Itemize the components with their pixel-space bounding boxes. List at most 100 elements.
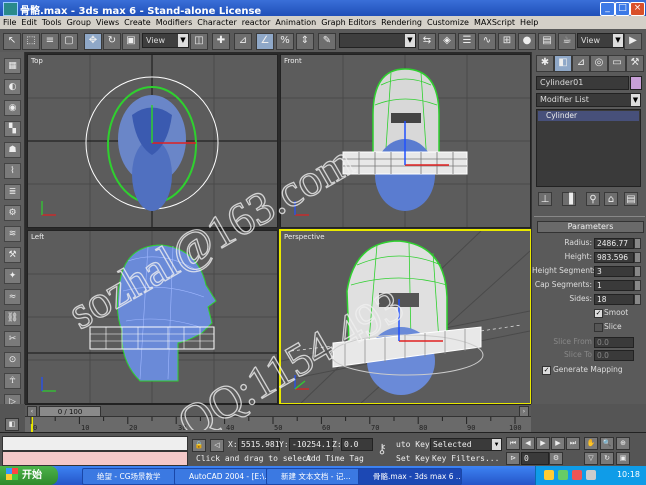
arc-rotate-icon[interactable]: ↻: [600, 452, 614, 465]
constraint-icon[interactable]: ⛓: [4, 310, 21, 326]
close-button[interactable]: ×: [630, 2, 645, 16]
height-spinner[interactable]: [634, 252, 641, 263]
reference-coordinate-dropdown[interactable]: View ▼: [142, 33, 189, 48]
set-key-button[interactable]: Set Key: [396, 454, 430, 463]
quick-render-icon[interactable]: ☕: [558, 33, 576, 50]
menu-modifiers[interactable]: Modifiers: [153, 16, 195, 28]
menu-tools[interactable]: Tools: [39, 16, 64, 28]
current-frame-field[interactable]: 0: [521, 452, 549, 465]
task-cg-tutorial[interactable]: 绝望 - CG场景教学: [82, 468, 186, 485]
cap-segments-spinner[interactable]: [634, 280, 641, 291]
start-button[interactable]: 开始: [0, 466, 58, 485]
utilities-tab-icon[interactable]: ⚒: [626, 55, 644, 72]
slice-from-input[interactable]: 0.0: [594, 337, 634, 348]
dashpot-icon[interactable]: ≣: [4, 184, 21, 200]
viewport-top[interactable]: Top: [27, 54, 278, 228]
spinner-snap-icon[interactable]: ⇕: [296, 33, 314, 50]
schematic-view-icon[interactable]: ⊞: [498, 33, 516, 50]
go-to-end-icon[interactable]: ⏭: [566, 437, 580, 450]
mini-curve-editor-icon[interactable]: ◧: [5, 418, 19, 431]
add-time-tag-button[interactable]: Add Time Tag: [306, 454, 364, 463]
motor-icon[interactable]: ⚙: [4, 205, 21, 221]
pivot-icon[interactable]: ◫: [190, 33, 208, 50]
minimize-button[interactable]: _: [600, 2, 615, 16]
cap-segments-input[interactable]: 1: [594, 280, 634, 291]
hierarchy-tab-icon[interactable]: ⊿: [572, 55, 590, 72]
cloth-icon[interactable]: ◐: [4, 79, 21, 95]
volume-icon[interactable]: [586, 470, 596, 480]
pin-stack-icon[interactable]: ⊥: [538, 192, 552, 206]
menu-create[interactable]: Create: [121, 16, 153, 28]
show-end-result-icon[interactable]: ▐: [562, 192, 576, 206]
height-input[interactable]: 983.596: [594, 252, 634, 263]
rope-icon[interactable]: ◉: [4, 100, 21, 116]
plane-icon[interactable]: ☗: [4, 142, 21, 158]
z-coordinate-field[interactable]: 0.0: [341, 438, 373, 451]
curve-editor-icon[interactable]: ∿: [478, 33, 496, 50]
menu-help[interactable]: Help: [517, 16, 540, 28]
select-manipulate-icon[interactable]: ✚: [212, 33, 230, 50]
motion-tab-icon[interactable]: ◎: [590, 55, 608, 72]
rotate-icon[interactable]: ↻: [103, 33, 121, 50]
soft-body-icon[interactable]: ▚: [4, 121, 21, 137]
modify-tab-icon[interactable]: ◧: [554, 55, 572, 72]
stack-item-cylinder[interactable]: Cylinder: [538, 111, 639, 121]
viewport-front[interactable]: Front: [280, 54, 531, 228]
radius-input[interactable]: 2486.77: [594, 238, 634, 249]
pan-icon[interactable]: ✋: [584, 437, 598, 450]
rigid-body-icon[interactable]: ▦: [4, 58, 21, 74]
move-icon[interactable]: ✥: [84, 33, 102, 50]
maxscript-listener-pink[interactable]: [2, 451, 188, 466]
maximize-button[interactable]: □: [615, 2, 630, 16]
tray-icon[interactable]: [544, 470, 554, 480]
menu-maxscript[interactable]: MAXScript: [471, 16, 517, 28]
key-icon[interactable]: ⚷: [372, 439, 392, 461]
viewport-perspective[interactable]: Perspective: [279, 229, 532, 405]
viewport-left-label[interactable]: Left: [31, 233, 44, 241]
menu-rendering[interactable]: Rendering: [378, 16, 424, 28]
menu-views[interactable]: Views: [93, 16, 121, 28]
menu-animation[interactable]: Animation: [272, 16, 318, 28]
region-type-icon[interactable]: ▢: [60, 33, 78, 50]
generate-mapping-checkbox[interactable]: ✓: [542, 366, 551, 375]
previous-frame-icon[interactable]: ◀: [521, 437, 535, 450]
water-icon[interactable]: ≈: [4, 289, 21, 305]
slice-on-checkbox[interactable]: [594, 323, 603, 332]
tray-icon[interactable]: [558, 470, 568, 480]
key-filters-button[interactable]: Key Filters...: [432, 454, 499, 463]
sides-spinner[interactable]: [634, 294, 641, 305]
track-bar[interactable]: 0 10 20 30 40 50 60 70 80 90 100: [25, 416, 531, 433]
wind-icon[interactable]: ≋: [4, 226, 21, 242]
scale-icon[interactable]: ▣: [122, 33, 140, 50]
key-mode-icon[interactable]: ⊳: [506, 452, 520, 465]
viewport-left[interactable]: Left: [27, 230, 278, 404]
menu-file[interactable]: File: [0, 16, 18, 28]
configure-sets-icon[interactable]: ▤: [624, 192, 638, 206]
y-coordinate-field[interactable]: -10254.1: [289, 438, 333, 451]
align-icon[interactable]: ◈: [438, 33, 456, 50]
maximize-viewport-icon[interactable]: ▣: [616, 452, 630, 465]
height-segments-spinner[interactable]: [634, 266, 641, 277]
go-to-start-icon[interactable]: ⏮: [506, 437, 520, 450]
radius-spinner[interactable]: [634, 238, 641, 249]
select-region-icon[interactable]: ⬚: [22, 33, 40, 50]
task-autocad[interactable]: AutoCAD 2004 - [E:\...: [174, 468, 278, 485]
create-tab-icon[interactable]: ✱: [536, 55, 554, 72]
transform-mode-icon[interactable]: ◁: [210, 439, 224, 452]
height-segments-input[interactable]: 3: [594, 266, 634, 277]
spring-icon[interactable]: ⌇: [4, 163, 21, 179]
task-notepad[interactable]: 新建 文本文档 - 记...: [266, 468, 370, 485]
snap-toggle-icon[interactable]: ⊿: [234, 33, 252, 50]
select-arrow-icon[interactable]: ↖: [3, 33, 21, 50]
layer-manager-icon[interactable]: ☰: [458, 33, 476, 50]
object-name-field[interactable]: Cylinder01: [536, 76, 629, 90]
task-3dsmax[interactable]: 骨骼.max - 3ds max 6 ...: [358, 468, 462, 485]
next-frame-icon[interactable]: ▶: [551, 437, 565, 450]
percent-snap-icon[interactable]: %: [276, 33, 294, 50]
render-type-dropdown[interactable]: View ▼: [577, 33, 624, 48]
toy-car-icon[interactable]: ⚒: [4, 247, 21, 263]
time-config-icon[interactable]: ⚙: [549, 452, 563, 465]
viewport-top-label[interactable]: Top: [31, 57, 43, 65]
viewport-perspective-label[interactable]: Perspective: [284, 233, 325, 241]
menu-character[interactable]: Character: [194, 16, 239, 28]
